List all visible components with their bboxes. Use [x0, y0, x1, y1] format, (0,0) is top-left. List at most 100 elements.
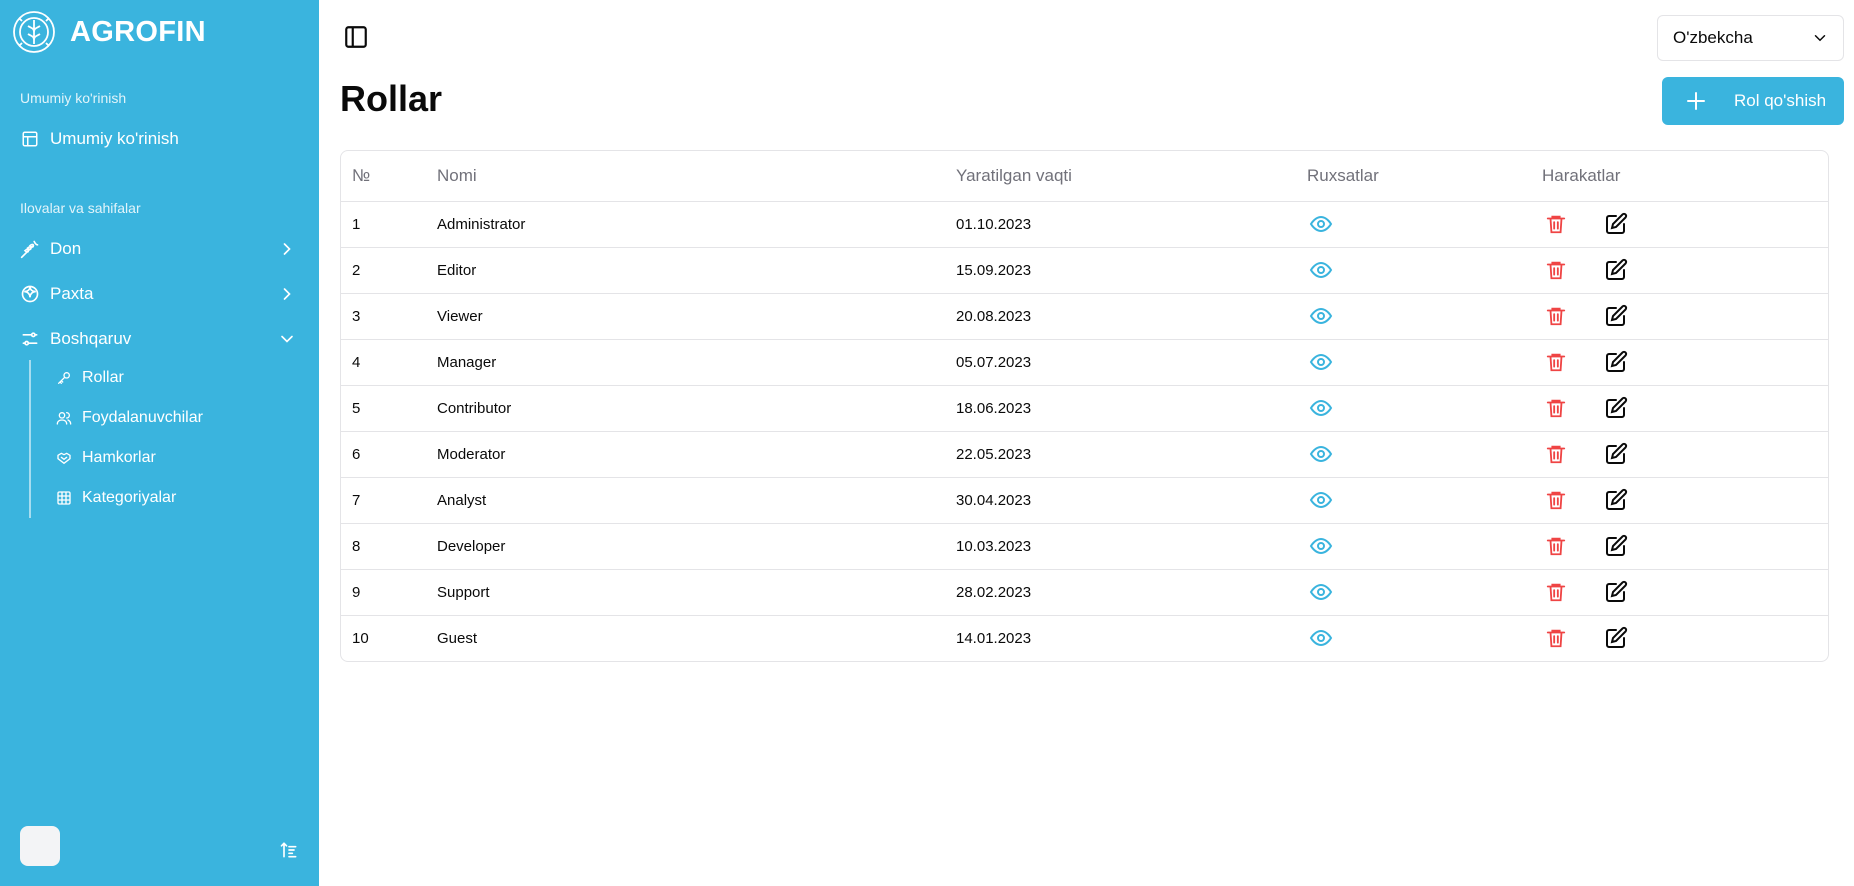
sidebar-toggle-icon[interactable]	[343, 24, 369, 50]
users-icon	[56, 410, 72, 426]
table-row: 1 Administrator 01.10.2023	[341, 201, 1828, 248]
eye-icon[interactable]	[1307, 394, 1335, 422]
sidebar-subitem-kategoriyalar[interactable]: Kategoriyalar	[56, 482, 176, 514]
edit-icon[interactable]	[1602, 486, 1630, 514]
cotton-icon	[20, 284, 40, 304]
page-title: Rollar	[340, 78, 443, 119]
edit-icon[interactable]	[1602, 394, 1630, 422]
sidebar-item-don-label: Don	[50, 239, 82, 258]
table-row: 8 Developer 10.03.2023	[341, 523, 1828, 570]
eye-icon[interactable]	[1307, 302, 1335, 330]
sidebar-item-paxta[interactable]: Paxta	[0, 274, 319, 314]
edit-icon[interactable]	[1602, 578, 1630, 606]
cell-created: 18.06.2023	[956, 385, 1307, 432]
edit-icon[interactable]	[1602, 210, 1630, 238]
cell-permissions	[1307, 247, 1542, 294]
cell-created: 10.03.2023	[956, 523, 1307, 570]
handshake-icon	[56, 450, 72, 466]
cell-number: 10	[352, 629, 369, 647]
table-row: 4 Manager 05.07.2023	[341, 339, 1828, 386]
eye-icon[interactable]	[1307, 532, 1335, 560]
logo-icon	[13, 11, 55, 53]
cell-name: Moderator	[437, 431, 956, 478]
cell-name: Viewer	[437, 293, 956, 340]
main-content: O'zbekcha Rollar Rol qo'shish № Nomi Yar…	[319, 0, 1854, 886]
cell-name: Manager	[437, 339, 956, 386]
cell-permissions	[1307, 523, 1542, 570]
cell-permissions	[1307, 615, 1542, 661]
cell-actions	[1542, 477, 1828, 524]
trash-icon[interactable]	[1542, 256, 1570, 284]
cell-number: 5	[341, 385, 437, 432]
chevron-right-icon	[283, 288, 291, 300]
trash-icon[interactable]	[1542, 394, 1570, 422]
eye-icon[interactable]	[1307, 624, 1335, 652]
cell-permissions	[1307, 339, 1542, 386]
cell-permissions	[1307, 385, 1542, 432]
wheat-icon	[20, 239, 40, 259]
eye-icon[interactable]	[1307, 210, 1335, 238]
eye-icon[interactable]	[1307, 578, 1335, 606]
edit-icon[interactable]	[1602, 532, 1630, 560]
sidebar-item-paxta-label: Paxta	[50, 284, 94, 303]
plus-icon	[1687, 92, 1705, 110]
table-header-row: № Nomi Yaratilgan vaqti Ruxsatlar Haraka…	[341, 151, 1828, 202]
cell-actions	[1542, 431, 1828, 478]
sidebar-item-boshqaruv[interactable]: Boshqaruv	[0, 319, 319, 359]
cell-number: 4	[341, 339, 437, 386]
trash-icon[interactable]	[1542, 210, 1570, 238]
sort-up-icon[interactable]	[279, 840, 299, 860]
sidebar-item-boshqaruv-label: Boshqaruv	[50, 329, 132, 348]
sidebar-subitem-foydalanuvchilar[interactable]: Foydalanuvchilar	[56, 402, 203, 434]
cell-actions	[1542, 569, 1828, 616]
cell-created: 30.04.2023	[956, 477, 1307, 524]
brand[interactable]: AGROFIN	[0, 0, 319, 64]
add-role-button-label: Rol qo'shish	[1734, 91, 1827, 110]
cell-name: Developer	[437, 523, 956, 570]
cell-permissions	[1307, 477, 1542, 524]
cell-name: Editor	[437, 247, 956, 294]
trash-icon[interactable]	[1542, 486, 1570, 514]
cell-created: 28.02.2023	[956, 569, 1307, 616]
eye-icon[interactable]	[1307, 348, 1335, 376]
sidebar-subitem-hamkorlar[interactable]: Hamkorlar	[56, 442, 156, 474]
add-role-button[interactable]: Rol qo'shish	[1662, 77, 1844, 125]
trash-icon[interactable]	[1542, 624, 1570, 652]
edit-icon[interactable]	[1602, 256, 1630, 284]
edit-icon[interactable]	[1602, 302, 1630, 330]
avatar[interactable]	[20, 826, 60, 866]
eye-icon[interactable]	[1307, 486, 1335, 514]
chevron-down-icon	[281, 335, 293, 343]
layout-icon	[20, 129, 40, 149]
app-root: AGROFIN Umumiy ko'rinish Umumiy ko'rinis…	[0, 0, 1854, 886]
cell-number: 9	[341, 569, 437, 616]
trash-icon[interactable]	[1542, 302, 1570, 330]
table-row: 2 Editor 15.09.2023	[341, 247, 1828, 294]
sidebar-subitem-foydalanuvchilar-label: Foydalanuvchilar	[82, 409, 203, 426]
edit-icon[interactable]	[1602, 440, 1630, 468]
column-header-permissions: Ruxsatlar	[1307, 151, 1542, 202]
column-header-number: №	[341, 151, 437, 202]
table-row: 5 Contributor 18.06.2023	[341, 385, 1828, 432]
sidebar-item-overview[interactable]: Umumiy ko'rinish	[0, 119, 319, 159]
language-select[interactable]: O'zbekcha	[1657, 15, 1844, 61]
table-row: 9 Support 28.02.2023	[341, 569, 1828, 616]
group-label-overview: Umumiy ko'rinish	[20, 90, 127, 106]
eye-icon[interactable]	[1307, 256, 1335, 284]
sidebar-item-don[interactable]: Don	[0, 229, 319, 269]
trash-icon[interactable]	[1542, 440, 1570, 468]
cell-permissions	[1307, 201, 1542, 248]
trash-icon[interactable]	[1542, 348, 1570, 376]
edit-icon[interactable]	[1602, 624, 1630, 652]
edit-icon[interactable]	[1602, 348, 1630, 376]
cell-created: 20.08.2023	[956, 293, 1307, 340]
cell-name: Administrator	[437, 201, 956, 248]
grid-icon	[56, 490, 72, 506]
trash-icon[interactable]	[1542, 578, 1570, 606]
language-select-value: O'zbekcha	[1673, 28, 1753, 47]
cell-number: 1	[341, 201, 437, 248]
eye-icon[interactable]	[1307, 440, 1335, 468]
trash-icon[interactable]	[1542, 532, 1570, 560]
sidebar-subitem-rollar[interactable]: Rollar	[56, 362, 124, 394]
cell-name: Guest	[437, 629, 478, 647]
